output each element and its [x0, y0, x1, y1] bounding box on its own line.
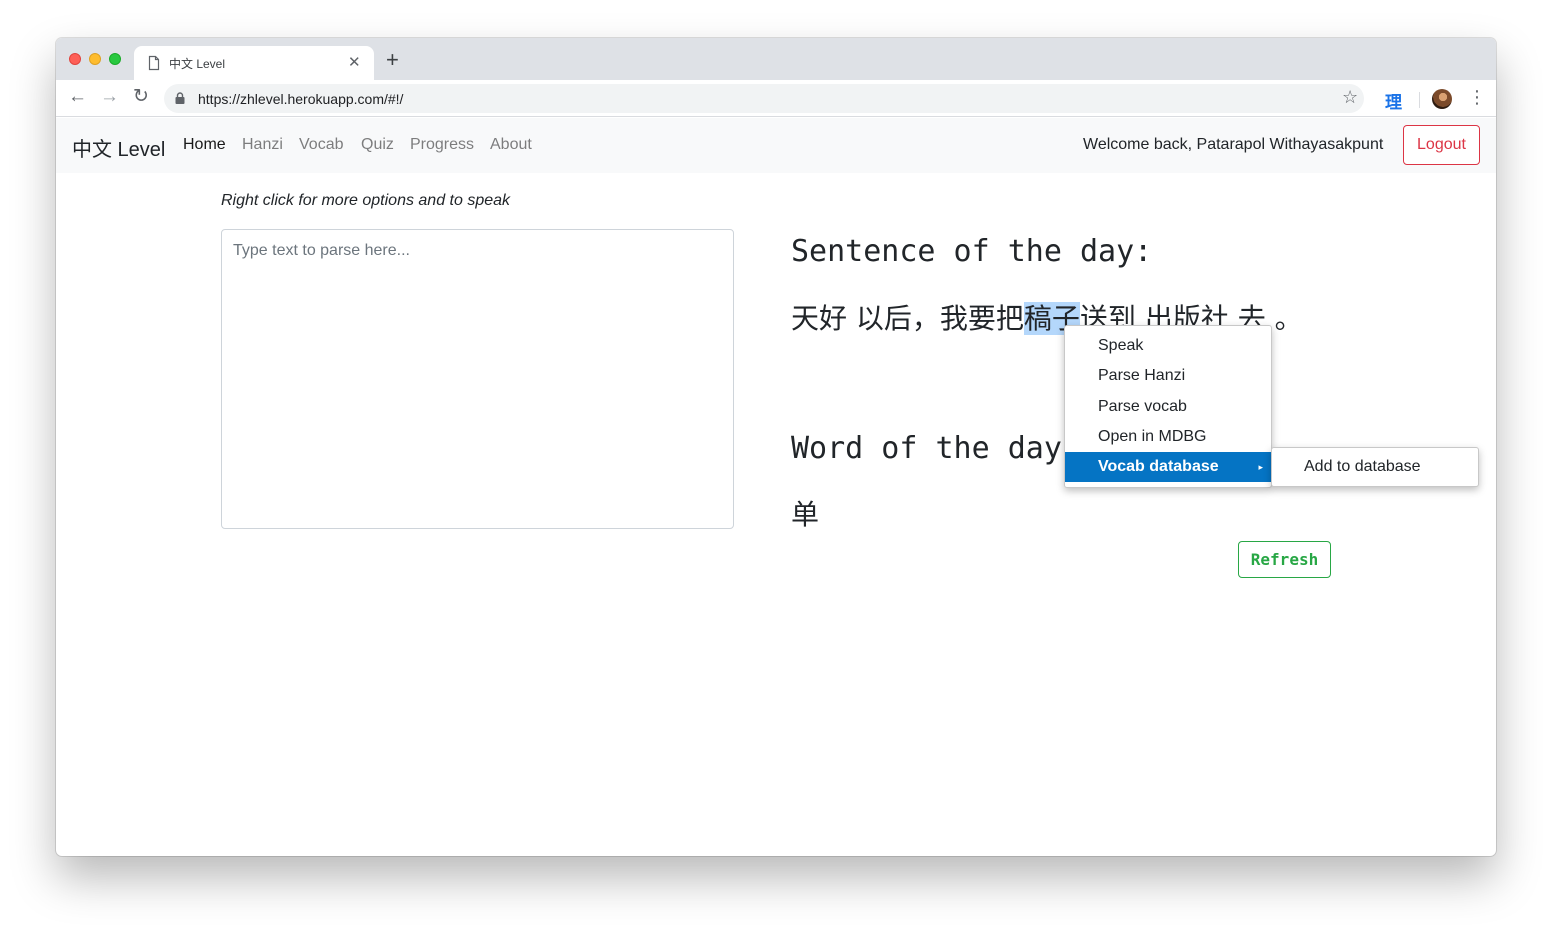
reload-button[interactable]: ↻: [133, 86, 149, 108]
context-menu: Speak Parse Hanzi Parse vocab Open in MD…: [1064, 325, 1272, 488]
address-bar[interactable]: https://zhlevel.herokuapp.com/#!/ ☆: [164, 84, 1364, 113]
menu-item-vocab-database-label: Vocab database: [1098, 458, 1219, 476]
tab-strip: 中文 Level ✕ +: [56, 38, 1496, 80]
back-button[interactable]: ←: [68, 86, 87, 108]
star-icon[interactable]: ☆: [1342, 87, 1358, 108]
brand-link[interactable]: 中文 Level: [72, 133, 165, 162]
menu-icon[interactable]: ⋮: [1468, 87, 1486, 107]
tab-close-icon[interactable]: ✕: [348, 53, 361, 71]
browser-toolbar: ← → ↻ https://zhlevel.herokuapp.com/#!/ …: [56, 80, 1496, 117]
menu-item-open-mdbg[interactable]: Open in MDBG: [1065, 422, 1271, 452]
browser-tab[interactable]: 中文 Level ✕: [134, 46, 374, 80]
context-submenu: Add to database: [1271, 447, 1479, 487]
tab-title: 中文 Level: [169, 57, 226, 71]
sentence-text-before: 天好 以后，我要把: [791, 302, 1024, 335]
window-close-button[interactable]: [69, 53, 81, 65]
nav-link-vocab[interactable]: Vocab: [299, 136, 343, 154]
lock-icon: [175, 92, 185, 104]
browser-window: 中文 Level ✕ + ← → ↻ https://zhlevel.herok…: [56, 38, 1496, 856]
menu-item-parse-vocab[interactable]: Parse vocab: [1065, 392, 1271, 422]
menu-item-vocab-database[interactable]: Vocab database ▸: [1065, 452, 1271, 483]
new-tab-button[interactable]: +: [386, 49, 399, 71]
submenu-arrow-icon: ▸: [1258, 462, 1263, 473]
toolbar-divider: [1419, 92, 1420, 108]
profile-avatar[interactable]: [1432, 89, 1452, 109]
forward-button[interactable]: →: [100, 86, 119, 108]
window-minimize-button[interactable]: [89, 53, 101, 65]
extension-icon[interactable]: 理: [1385, 88, 1402, 113]
menu-item-add-to-database[interactable]: Add to database: [1304, 458, 1421, 476]
word-of-day[interactable]: 单: [791, 493, 819, 533]
page-icon: [148, 55, 160, 71]
nav-link-about[interactable]: About: [490, 136, 532, 154]
nav-link-hanzi[interactable]: Hanzi: [242, 136, 283, 154]
logout-button[interactable]: Logout: [1403, 125, 1480, 165]
nav-link-quiz[interactable]: Quiz: [361, 136, 394, 154]
welcome-text: Welcome back, Patarapol Withayasakpunt: [1083, 136, 1384, 153]
menu-item-speak[interactable]: Speak: [1065, 331, 1271, 361]
refresh-button[interactable]: Refresh: [1238, 541, 1331, 578]
hint-text: Right click for more options and to spea…: [221, 192, 511, 209]
sentence-of-day-heading: Sentence of the day:: [791, 234, 1153, 269]
url-text[interactable]: https://zhlevel.herokuapp.com/#!/: [198, 91, 403, 107]
app-navbar: 中文 Level Home Hanzi Vocab Quiz Progress …: [56, 118, 1496, 173]
parse-text-input[interactable]: [221, 229, 734, 529]
menu-item-parse-hanzi[interactable]: Parse Hanzi: [1065, 361, 1271, 391]
nav-link-home[interactable]: Home: [183, 136, 226, 154]
word-of-day-heading: Word of the day:: [791, 431, 1080, 466]
nav-link-progress[interactable]: Progress: [410, 136, 474, 154]
window-maximize-button[interactable]: [109, 53, 121, 65]
